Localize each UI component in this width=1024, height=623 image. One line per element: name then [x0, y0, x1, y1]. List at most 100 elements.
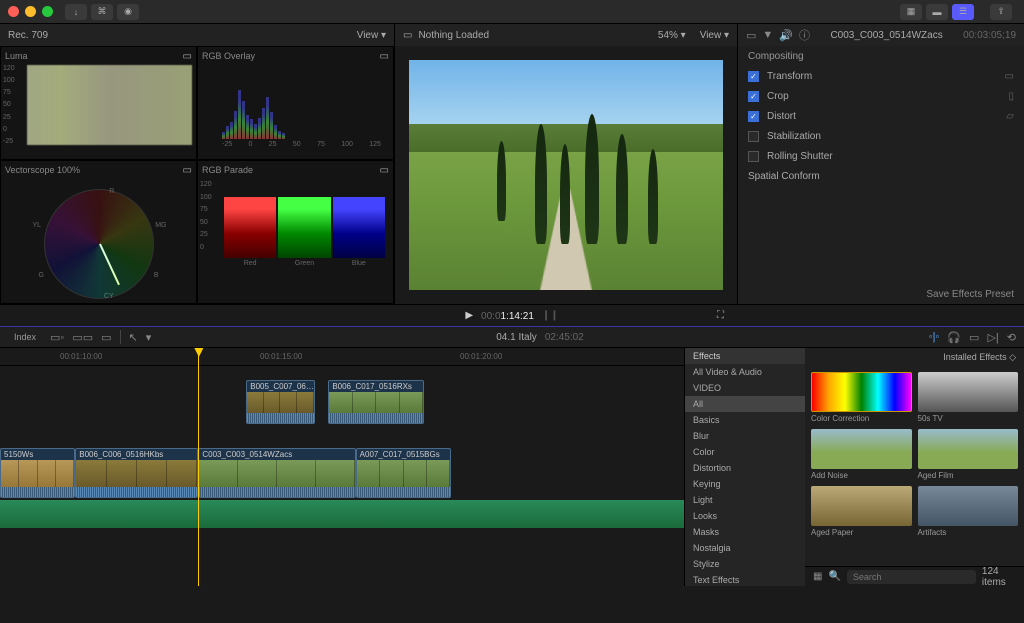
fullscreen-button[interactable]: ⛶ [717, 310, 724, 321]
effect-item[interactable]: Aged Paper [811, 486, 912, 537]
clip-label: 5150Ws [1, 449, 74, 460]
timeline-clip[interactable]: B005_C007_06… [246, 380, 314, 424]
layout-inspector-button[interactable]: ☰ [952, 4, 974, 20]
background-tasks-button[interactable]: ◉ [117, 4, 139, 20]
effect-item[interactable]: 50s TV [918, 372, 1019, 423]
effect-thumbnail [811, 372, 912, 412]
timeline-clip[interactable]: A007_C017_0515BGs [356, 448, 452, 498]
import-button[interactable]: ↓ [65, 4, 87, 20]
viewer-panel: ▭ Nothing Loaded 54% ▾ View ▾ [394, 24, 738, 304]
effect-item[interactable]: Color Correction [811, 372, 912, 423]
keyword-button[interactable]: ⌘ [91, 4, 113, 20]
effects-search-input[interactable] [847, 570, 976, 584]
scope-settings-icon[interactable]: ▭ [380, 51, 389, 62]
row-label: Stabilization [767, 131, 821, 142]
checkbox[interactable] [748, 131, 759, 142]
play-button[interactable]: ▶ [465, 310, 473, 321]
inspector-row-rolling-shutter[interactable]: Rolling Shutter [738, 146, 1024, 166]
timeline-ruler[interactable]: 00:01:10:00 00:01:15:00 00:01:20:00 [0, 348, 684, 366]
video-inspector-icon[interactable]: ▭ [746, 29, 756, 42]
layout-timeline-button[interactable]: ▬ [926, 4, 948, 20]
timecode-display[interactable]: 00:01:14:21 [481, 308, 534, 323]
tools-menu[interactable]: ▾ [146, 331, 152, 344]
effects-category[interactable]: All Video & Audio [685, 364, 805, 380]
save-effects-preset-button[interactable]: Save Effects Preset [738, 285, 1024, 304]
effects-category[interactable]: Nostalgia [685, 540, 805, 556]
reveal-icon[interactable]: ▭ [1005, 71, 1014, 82]
loop-button[interactable]: ⟲ [1007, 331, 1016, 344]
scope-settings-icon[interactable]: ▭ [183, 51, 192, 62]
audio-skimming-button[interactable]: 🎧 [947, 331, 961, 344]
skimming-button[interactable]: ◦|◦ [929, 331, 940, 343]
checkbox[interactable]: ✓ [748, 91, 759, 102]
effects-category[interactable]: Light [685, 492, 805, 508]
project-name: 04.1 Italy [496, 332, 537, 343]
effects-category[interactable]: VIDEO [685, 380, 805, 396]
append-clip-button[interactable]: ▭◦ [50, 331, 64, 344]
solo-button[interactable]: ▭ [969, 331, 979, 344]
effect-item[interactable]: Artifacts [918, 486, 1019, 537]
checkbox[interactable]: ✓ [748, 111, 759, 122]
parade-green [278, 197, 330, 258]
layout-browser-button[interactable]: ▦ [900, 4, 922, 20]
viewer-view-menu[interactable]: View ▾ [700, 30, 729, 41]
info-inspector-icon[interactable]: ⓘ [799, 27, 810, 43]
viewer-header: ▭ Nothing Loaded 54% ▾ View ▾ [395, 24, 737, 46]
clip-label: B006_C017_0516RXs [329, 381, 423, 392]
effect-item[interactable]: Add Noise [811, 429, 912, 480]
search-icon: 🔍 [828, 571, 840, 582]
inspector-row-crop[interactable]: ✓Crop▯ [738, 86, 1024, 106]
spatial-conform-row[interactable]: Spatial Conform [738, 166, 1024, 186]
checkbox[interactable] [748, 151, 759, 162]
effects-category[interactable]: Keying [685, 476, 805, 492]
effects-category[interactable]: Basics [685, 412, 805, 428]
timeline-clip[interactable]: B006_C006_0516HKbs [75, 448, 198, 498]
luma-waveform [27, 65, 192, 145]
inspector-row-distort[interactable]: ✓Distort▱ [738, 106, 1024, 126]
timeline[interactable]: 00:01:10:00 00:01:15:00 00:01:20:00 B005… [0, 348, 1024, 586]
insert-clip-button[interactable]: ▭▭ [72, 331, 93, 344]
effects-category[interactable]: Stylize [685, 556, 805, 572]
effects-category[interactable]: Masks [685, 524, 805, 540]
close-window-button[interactable] [8, 6, 19, 17]
effects-view-toggle[interactable]: ▦ [813, 571, 822, 582]
timeline-clip[interactable]: 5150Ws [0, 448, 75, 498]
viewer-canvas[interactable] [395, 46, 737, 304]
effects-category[interactable]: Text Effects [685, 572, 805, 588]
index-button[interactable]: Index [8, 330, 42, 344]
zoom-window-button[interactable] [42, 6, 53, 17]
effects-category[interactable]: Color [685, 444, 805, 460]
effects-category[interactable]: All [685, 396, 805, 412]
playhead[interactable] [198, 348, 199, 586]
effects-category[interactable]: Looks [685, 508, 805, 524]
overwrite-clip-button[interactable]: ▭ [101, 331, 111, 344]
timeline-tracks[interactable]: 00:01:10:00 00:01:15:00 00:01:20:00 B005… [0, 348, 684, 586]
effects-count: 124 items [982, 566, 1016, 588]
minimize-window-button[interactable] [25, 6, 36, 17]
filter-icon[interactable]: ▼ [762, 29, 773, 41]
reveal-icon[interactable]: ▯ [1008, 91, 1014, 102]
inspector-row-stabilization[interactable]: Stabilization [738, 126, 1024, 146]
audio-track[interactable] [0, 500, 684, 528]
reveal-icon[interactable]: ▱ [1006, 111, 1014, 122]
effects-category[interactable]: Distortion [685, 460, 805, 476]
share-button[interactable]: ⇪ [990, 4, 1012, 20]
compositing-section: Compositing [738, 46, 1024, 66]
snapping-button[interactable]: ▷| [987, 331, 998, 344]
scope-settings-icon[interactable]: ▭ [183, 165, 192, 176]
timeline-clip[interactable]: B006_C017_0516RXs [328, 380, 424, 424]
select-tool[interactable]: ↖ [129, 331, 138, 344]
installed-effects-menu[interactable]: Installed Effects ◇ [805, 348, 1024, 366]
effects-category[interactable]: Blur [685, 428, 805, 444]
checkbox[interactable]: ✓ [748, 71, 759, 82]
effect-item[interactable]: Aged Film [918, 429, 1019, 480]
scopes-view-menu[interactable]: View ▾ [357, 30, 386, 41]
clip-audio-waveform [357, 487, 451, 497]
inspector-row-transform[interactable]: ✓Transform▭ [738, 66, 1024, 86]
scope-settings-icon[interactable]: ▭ [380, 165, 389, 176]
timeline-clip[interactable]: C003_C003_0514WZacs [198, 448, 355, 498]
audio-inspector-icon[interactable]: 🔊 [779, 29, 793, 42]
primary-storyline: 5150WsB006_C006_0516HKbsC003_C003_0514WZ… [0, 448, 684, 498]
viewer-zoom-menu[interactable]: 54% ▾ [658, 30, 686, 41]
effect-thumbnail [918, 486, 1019, 526]
